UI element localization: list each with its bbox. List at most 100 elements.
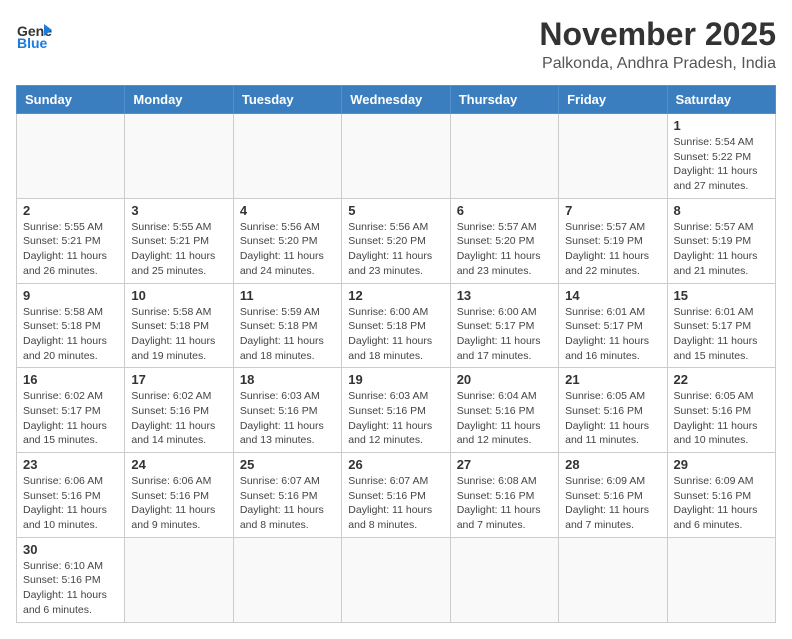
day-info: Sunrise: 6:05 AM Sunset: 5:16 PM Dayligh…: [674, 389, 769, 448]
weekday-friday: Friday: [559, 86, 667, 114]
day-info: Sunrise: 5:56 AM Sunset: 5:20 PM Dayligh…: [348, 220, 443, 279]
day-number: 12: [348, 288, 443, 303]
calendar-cell: [559, 114, 667, 199]
calendar-cell: [450, 114, 558, 199]
day-info: Sunrise: 5:54 AM Sunset: 5:22 PM Dayligh…: [674, 135, 769, 194]
day-info: Sunrise: 5:56 AM Sunset: 5:20 PM Dayligh…: [240, 220, 335, 279]
weekday-header-row: SundayMondayTuesdayWednesdayThursdayFrid…: [17, 86, 776, 114]
calendar-cell: 16 Sunrise: 6:02 AM Sunset: 5:17 PM Dayli…: [17, 368, 125, 453]
calendar-cell: 9 Sunrise: 5:58 AM Sunset: 5:18 PM Daylig…: [17, 283, 125, 368]
calendar-cell: 20 Sunrise: 6:04 AM Sunset: 5:16 PM Dayli…: [450, 368, 558, 453]
weekday-thursday: Thursday: [450, 86, 558, 114]
calendar-cell: [125, 114, 233, 199]
day-number: 17: [131, 372, 226, 387]
calendar-cell: 11Sunrise: 5:59 AM Sunset: 5:18 PM Dayli…: [233, 283, 341, 368]
day-info: Sunrise: 5:57 AM Sunset: 5:19 PM Dayligh…: [674, 220, 769, 279]
calendar-cell: 3Sunrise: 5:55 AM Sunset: 5:21 PM Daylig…: [125, 198, 233, 283]
day-number: 8: [674, 203, 769, 218]
calendar-cell: 8 Sunrise: 5:57 AM Sunset: 5:19 PM Daylig…: [667, 198, 775, 283]
day-info: Sunrise: 6:10 AM Sunset: 5:16 PM Dayligh…: [23, 559, 118, 618]
calendar-cell: 30 Sunrise: 6:10 AM Sunset: 5:16 PM Dayli…: [17, 537, 125, 622]
calendar-cell: 28 Sunrise: 6:09 AM Sunset: 5:16 PM Dayli…: [559, 453, 667, 538]
day-number: 9: [23, 288, 118, 303]
day-info: Sunrise: 6:06 AM Sunset: 5:16 PM Dayligh…: [131, 474, 226, 533]
calendar-week-4: 23 Sunrise: 6:06 AM Sunset: 5:16 PM Dayli…: [17, 453, 776, 538]
calendar-table: SundayMondayTuesdayWednesdayThursdayFrid…: [16, 85, 776, 623]
day-number: 6: [457, 203, 552, 218]
weekday-saturday: Saturday: [667, 86, 775, 114]
calendar-week-5: 30 Sunrise: 6:10 AM Sunset: 5:16 PM Dayli…: [17, 537, 776, 622]
day-number: 7: [565, 203, 660, 218]
day-number: 13: [457, 288, 552, 303]
day-info: Sunrise: 6:07 AM Sunset: 5:16 PM Dayligh…: [240, 474, 335, 533]
weekday-wednesday: Wednesday: [342, 86, 450, 114]
day-info: Sunrise: 6:09 AM Sunset: 5:16 PM Dayligh…: [565, 474, 660, 533]
day-number: 28: [565, 457, 660, 472]
calendar-cell: 27Sunrise: 6:08 AM Sunset: 5:16 PM Dayli…: [450, 453, 558, 538]
calendar-cell: 26Sunrise: 6:07 AM Sunset: 5:16 PM Dayli…: [342, 453, 450, 538]
calendar-cell: 7 Sunrise: 5:57 AM Sunset: 5:19 PM Daylig…: [559, 198, 667, 283]
day-number: 18: [240, 372, 335, 387]
day-info: Sunrise: 5:55 AM Sunset: 5:21 PM Dayligh…: [23, 220, 118, 279]
logo: General Blue: [16, 16, 52, 52]
day-info: Sunrise: 6:07 AM Sunset: 5:16 PM Dayligh…: [348, 474, 443, 533]
day-number: 29: [674, 457, 769, 472]
day-number: 2: [23, 203, 118, 218]
day-info: Sunrise: 6:08 AM Sunset: 5:16 PM Dayligh…: [457, 474, 552, 533]
day-number: 5: [348, 203, 443, 218]
day-number: 21: [565, 372, 660, 387]
calendar-cell: 12 Sunrise: 6:00 AM Sunset: 5:18 PM Dayli…: [342, 283, 450, 368]
day-info: Sunrise: 6:05 AM Sunset: 5:16 PM Dayligh…: [565, 389, 660, 448]
calendar-cell: 15 Sunrise: 6:01 AM Sunset: 5:17 PM Dayli…: [667, 283, 775, 368]
calendar-cell: 29 Sunrise: 6:09 AM Sunset: 5:16 PM Dayli…: [667, 453, 775, 538]
day-info: Sunrise: 5:58 AM Sunset: 5:18 PM Dayligh…: [23, 305, 118, 364]
calendar-cell: 5 Sunrise: 5:56 AM Sunset: 5:20 PM Daylig…: [342, 198, 450, 283]
day-info: Sunrise: 5:57 AM Sunset: 5:20 PM Dayligh…: [457, 220, 552, 279]
day-info: Sunrise: 6:02 AM Sunset: 5:16 PM Dayligh…: [131, 389, 226, 448]
day-info: Sunrise: 6:03 AM Sunset: 5:16 PM Dayligh…: [240, 389, 335, 448]
day-number: 24: [131, 457, 226, 472]
day-number: 14: [565, 288, 660, 303]
day-info: Sunrise: 5:57 AM Sunset: 5:19 PM Dayligh…: [565, 220, 660, 279]
day-info: Sunrise: 6:02 AM Sunset: 5:17 PM Dayligh…: [23, 389, 118, 448]
day-info: Sunrise: 5:59 AM Sunset: 5:18 PM Dayligh…: [240, 305, 335, 364]
calendar-cell: 14 Sunrise: 6:01 AM Sunset: 5:17 PM Dayli…: [559, 283, 667, 368]
calendar-cell: [559, 537, 667, 622]
calendar-cell: 1 Sunrise: 5:54 AM Sunset: 5:22 PM Daylig…: [667, 114, 775, 199]
calendar-cell: [667, 537, 775, 622]
day-info: Sunrise: 6:01 AM Sunset: 5:17 PM Dayligh…: [565, 305, 660, 364]
calendar-cell: [342, 537, 450, 622]
calendar-week-1: 2 Sunrise: 5:55 AM Sunset: 5:21 PM Daylig…: [17, 198, 776, 283]
calendar-cell: [450, 537, 558, 622]
day-number: 30: [23, 542, 118, 557]
calendar-cell: 25 Sunrise: 6:07 AM Sunset: 5:16 PM Dayli…: [233, 453, 341, 538]
day-info: Sunrise: 6:01 AM Sunset: 5:17 PM Dayligh…: [674, 305, 769, 364]
svg-text:Blue: Blue: [17, 35, 48, 51]
day-number: 19: [348, 372, 443, 387]
calendar-cell: 13 Sunrise: 6:00 AM Sunset: 5:17 PM Dayli…: [450, 283, 558, 368]
day-info: Sunrise: 6:00 AM Sunset: 5:18 PM Dayligh…: [348, 305, 443, 364]
day-info: Sunrise: 6:03 AM Sunset: 5:16 PM Dayligh…: [348, 389, 443, 448]
calendar-cell: 2 Sunrise: 5:55 AM Sunset: 5:21 PM Daylig…: [17, 198, 125, 283]
day-number: 20: [457, 372, 552, 387]
calendar-cell: 17 Sunrise: 6:02 AM Sunset: 5:16 PM Dayli…: [125, 368, 233, 453]
day-number: 16: [23, 372, 118, 387]
day-number: 1: [674, 118, 769, 133]
calendar-body: 1 Sunrise: 5:54 AM Sunset: 5:22 PM Daylig…: [17, 114, 776, 623]
day-number: 23: [23, 457, 118, 472]
calendar-week-2: 9 Sunrise: 5:58 AM Sunset: 5:18 PM Daylig…: [17, 283, 776, 368]
day-info: Sunrise: 6:04 AM Sunset: 5:16 PM Dayligh…: [457, 389, 552, 448]
calendar-cell: 6 Sunrise: 5:57 AM Sunset: 5:20 PM Daylig…: [450, 198, 558, 283]
day-info: Sunrise: 6:06 AM Sunset: 5:16 PM Dayligh…: [23, 474, 118, 533]
day-number: 25: [240, 457, 335, 472]
calendar-cell: [125, 537, 233, 622]
page-header: General Blue November 2025 Palkonda, And…: [16, 16, 776, 73]
weekday-monday: Monday: [125, 86, 233, 114]
day-info: Sunrise: 6:09 AM Sunset: 5:16 PM Dayligh…: [674, 474, 769, 533]
location-title: Palkonda, Andhra Pradesh, India: [539, 55, 776, 73]
day-number: 15: [674, 288, 769, 303]
title-block: November 2025 Palkonda, Andhra Pradesh, …: [539, 16, 776, 73]
calendar-cell: 4Sunrise: 5:56 AM Sunset: 5:20 PM Daylig…: [233, 198, 341, 283]
calendar-cell: [233, 114, 341, 199]
day-info: Sunrise: 6:00 AM Sunset: 5:17 PM Dayligh…: [457, 305, 552, 364]
